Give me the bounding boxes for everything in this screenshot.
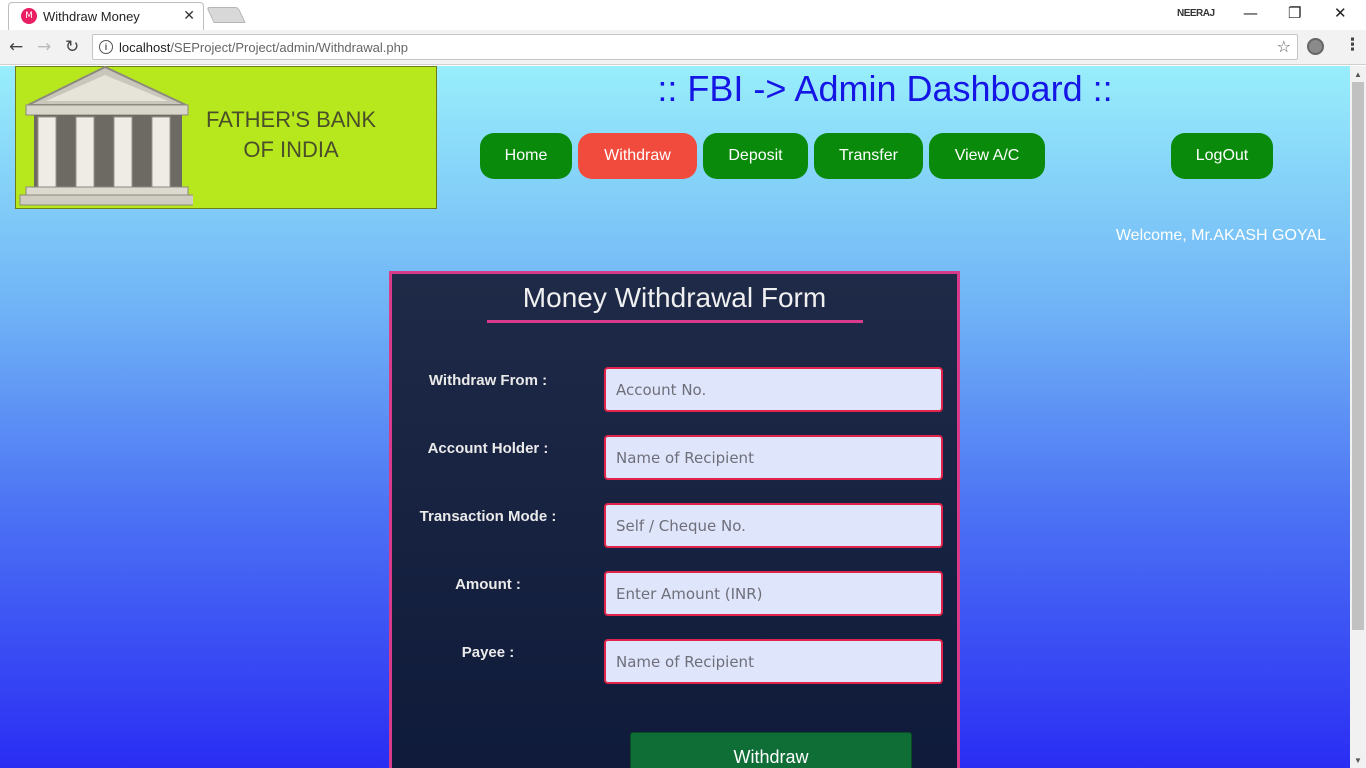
amount-input[interactable] [604, 571, 943, 616]
scroll-down-arrow-icon[interactable]: ▼ [1354, 756, 1362, 765]
tab-close-icon[interactable]: ✕ [183, 7, 195, 24]
payee-label: Payee : [461, 644, 515, 661]
forward-icon[interactable]: → [37, 37, 51, 57]
info-icon[interactable]: i [99, 40, 113, 54]
page-viewport: FATHER'S BANK OF INDIA :: FBI -> Admin D… [0, 66, 1350, 768]
minimize-icon[interactable]: — [1243, 4, 1258, 22]
nav-transfer-button[interactable]: Transfer [814, 133, 923, 179]
account-holder-input[interactable] [604, 435, 943, 480]
title-underline [487, 320, 863, 323]
browser-tab-bar: M Withdraw Money ✕ NEERAJ — ❐ ✕ [0, 0, 1366, 30]
payee-input[interactable] [604, 639, 943, 684]
new-tab-button[interactable] [206, 7, 246, 23]
scrollbar-thumb[interactable] [1352, 82, 1364, 630]
scroll-up-arrow-icon[interactable]: ▲ [1354, 70, 1362, 79]
nav-home-button[interactable]: Home [480, 133, 572, 179]
transaction-mode-label: Transaction Mode : [419, 508, 557, 525]
url-host: localhost [119, 40, 171, 55]
withdraw-from-label: Withdraw From : [428, 372, 548, 389]
reload-icon[interactable]: ↻ [65, 37, 79, 57]
bank-logo: FATHER'S BANK OF INDIA [15, 66, 437, 209]
bookmark-star-icon[interactable]: ☆ [1277, 37, 1291, 56]
url-path: /SEProject/Project/admin/Withdrawal.php [170, 40, 409, 55]
back-icon[interactable]: ← [9, 37, 23, 57]
withdrawal-form: Money Withdrawal Form Withdraw From : Ac… [389, 271, 960, 768]
browser-tab[interactable]: M Withdraw Money ✕ [8, 2, 204, 30]
page-title: :: FBI -> Admin Dashboard :: [657, 68, 1113, 109]
bank-name: FATHER'S BANK OF INDIA [176, 105, 406, 165]
tab-title: Withdraw Money [43, 9, 140, 24]
profile-name[interactable]: NEERAJ [1177, 8, 1215, 19]
account-holder-label: Account Holder : [427, 440, 549, 457]
extension-icon[interactable] [1307, 38, 1324, 55]
browser-toolbar: ← → ↻ i localhost/SEProject/Project/admi… [0, 30, 1366, 65]
window-close-icon[interactable]: ✕ [1334, 4, 1347, 22]
browser-menu-icon[interactable]: ⋮ [1344, 35, 1361, 55]
bank-name-line1: FATHER'S BANK [205, 107, 377, 132]
restore-icon[interactable]: ❐ [1288, 4, 1301, 22]
favicon-icon: M [21, 8, 37, 24]
withdraw-submit-button[interactable]: Withdraw [630, 732, 912, 768]
welcome-message: Welcome, Mr.AKASH GOYAL [1115, 227, 1326, 244]
nav-view-ac-button[interactable]: View A/C [929, 133, 1045, 179]
address-bar[interactable]: i localhost/SEProject/Project/admin/With… [92, 34, 1298, 60]
page-scrollbar[interactable]: ▲ ▼ [1350, 66, 1366, 768]
withdraw-from-input[interactable] [604, 367, 943, 412]
nav-withdraw-button[interactable]: Withdraw [578, 133, 697, 179]
bank-name-line2: OF INDIA [243, 137, 339, 162]
transaction-mode-input[interactable] [604, 503, 943, 548]
logout-button[interactable]: LogOut [1171, 133, 1273, 179]
amount-label: Amount : [455, 576, 521, 593]
url-text: localhost/SEProject/Project/admin/Withdr… [119, 40, 408, 55]
bank-building-icon [19, 66, 193, 206]
nav-deposit-button[interactable]: Deposit [703, 133, 808, 179]
form-title: Money Withdrawal Form [522, 282, 827, 313]
